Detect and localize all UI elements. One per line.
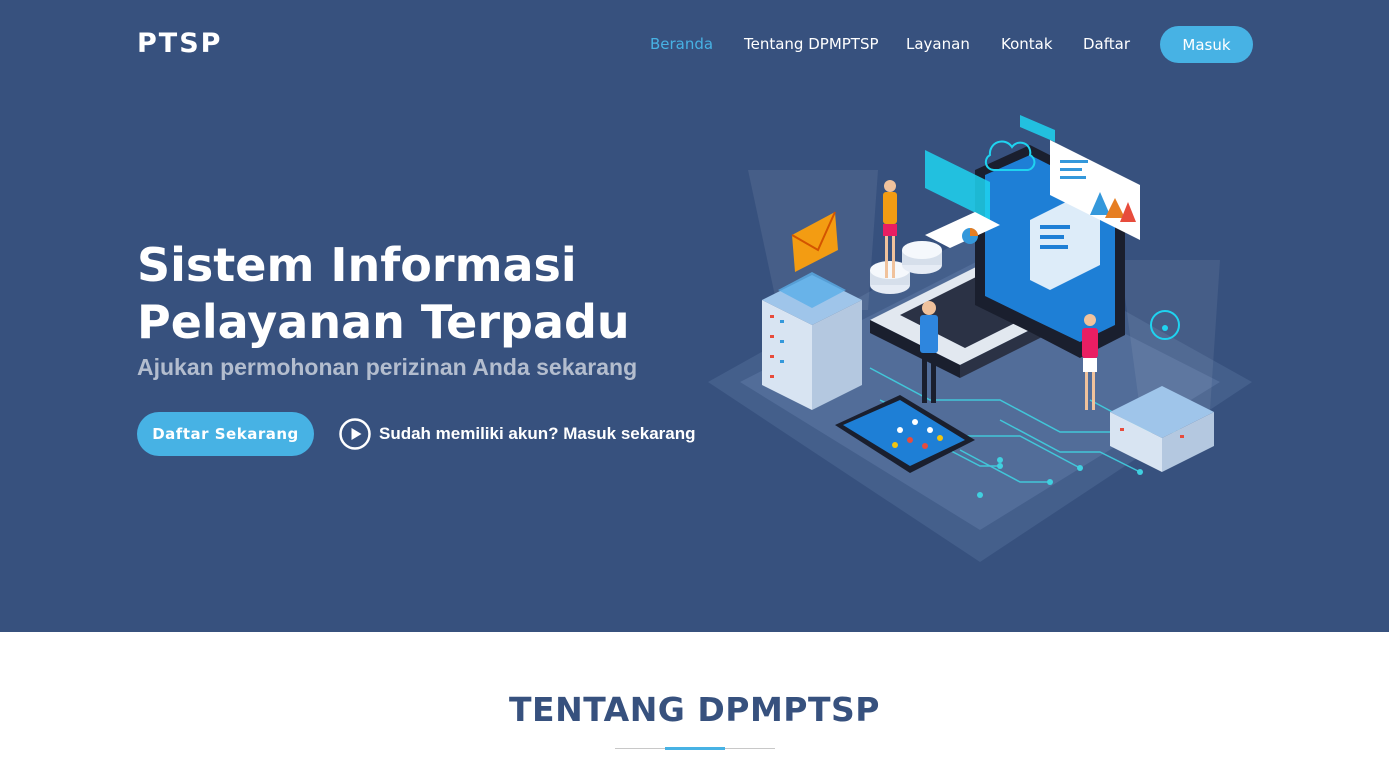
title-divider-accent <box>665 747 725 750</box>
about-section-title: TENTANG DPMPTSP <box>509 690 880 729</box>
nav-daftar[interactable]: Daftar <box>1083 35 1130 53</box>
hero-title: Sistem Informasi Pelayanan Terpadu <box>137 237 697 351</box>
login-now-link[interactable]: Sudah memiliki akun? Masuk sekarang <box>339 418 696 450</box>
register-button[interactable]: Daftar Sekarang <box>137 412 314 456</box>
hero-title-line2: Pelayanan Terpadu <box>137 295 630 349</box>
nav-beranda[interactable]: Beranda <box>650 35 713 53</box>
hero-subtitle: Ajukan permohonan perizinan Anda sekaran… <box>137 354 638 380</box>
nav-layanan[interactable]: Layanan <box>906 35 970 53</box>
login-now-text: Sudah memiliki akun? Masuk sekarang <box>379 424 696 443</box>
main-nav: Beranda Tentang DPMPTSP Layanan Kontak D… <box>0 26 1389 63</box>
hero-title-line1: Sistem Informasi <box>137 238 577 292</box>
isometric-data-center-illustration <box>708 115 1252 562</box>
login-button[interactable]: Masuk <box>1160 26 1253 63</box>
nav-tentang[interactable]: Tentang DPMPTSP <box>744 35 879 53</box>
play-circle-icon <box>339 418 371 450</box>
hero-section: PTSP Beranda Tentang DPMPTSP Layanan Kon… <box>0 0 1389 632</box>
nav-kontak[interactable]: Kontak <box>1001 35 1053 53</box>
